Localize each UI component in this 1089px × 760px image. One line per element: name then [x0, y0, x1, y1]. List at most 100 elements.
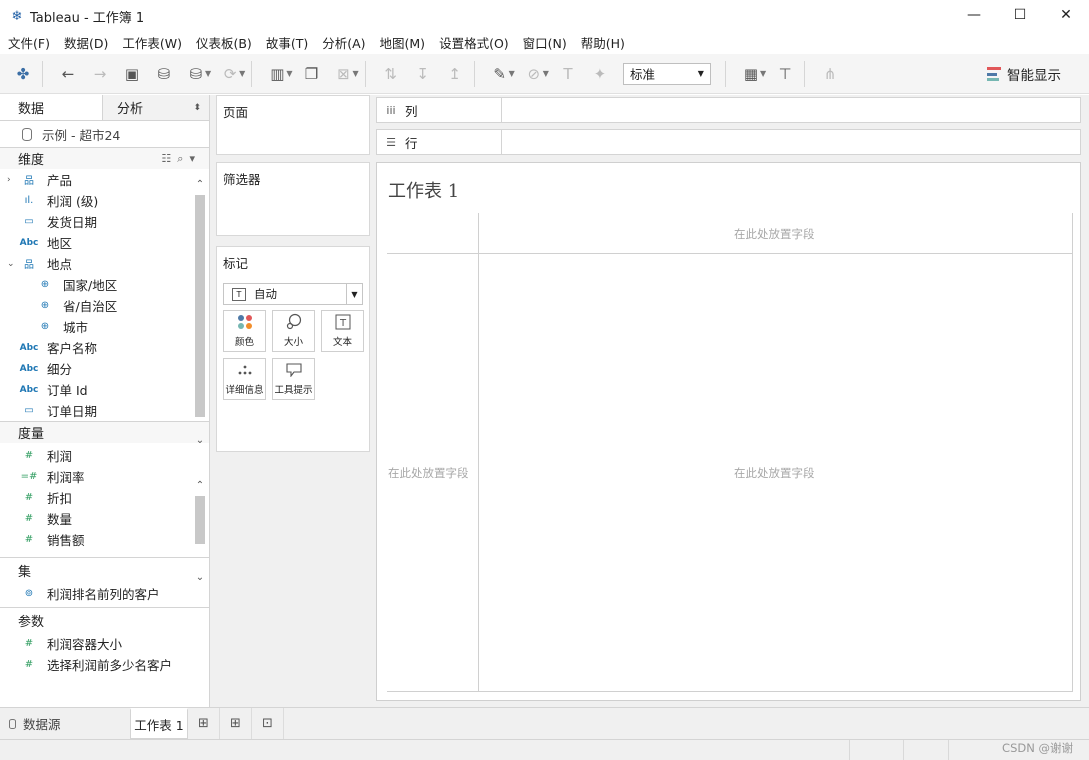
menu-dashboard[interactable]: 仪表板(B) — [196, 33, 252, 52]
detail-button[interactable]: 详细信息 — [223, 358, 266, 400]
tab-sheet-1[interactable]: 工作表 1 — [130, 708, 188, 739]
tab-data[interactable]: 数据 — [0, 95, 102, 120]
field-item[interactable]: Abc 细分 — [0, 358, 209, 379]
chevron-down-icon[interactable]: ⌄ — [7, 259, 15, 269]
field-item[interactable]: ⊚ 利润排名前列的客户 — [0, 583, 209, 604]
minimize-button[interactable]: — — [951, 0, 997, 30]
tab-analysis-label: 分析 — [117, 102, 144, 117]
menu-map[interactable]: 地图(M) — [380, 33, 426, 52]
field-item[interactable]: # 销售额 — [0, 529, 209, 550]
field-item[interactable]: ▭ 订单日期 — [0, 400, 209, 421]
show-me-button[interactable]: 智能显示 — [987, 64, 1061, 84]
new-datasource-icon[interactable]: ⛁ — [151, 61, 177, 87]
columns-shelf[interactable]: iii 列 — [376, 97, 1081, 123]
duplicate-sheet-icon[interactable]: ❐ — [298, 61, 324, 87]
status-divider — [948, 740, 949, 760]
field-item[interactable]: # 利润容器大小 — [0, 633, 209, 654]
scroll-down-icon[interactable]: ⌄ — [194, 572, 206, 583]
new-worksheet-tab-icon[interactable]: ⊞ — [188, 708, 220, 739]
parameters-list: # 利润容器大小 # 选择利润前多少名客户 — [0, 633, 209, 675]
field-item[interactable]: # 折扣 — [0, 487, 209, 508]
chevron-down-icon[interactable]: ▼ — [760, 69, 766, 78]
sheet-tabs-bar: 数据源 工作表 1 ⊞ ⊞ ⊡ — [0, 707, 1089, 739]
tab-analysis[interactable]: 分析 ⬍ — [102, 95, 209, 120]
save-icon[interactable]: ▣ — [119, 61, 145, 87]
chevron-down-icon[interactable]: ▼ — [205, 69, 211, 78]
field-item[interactable]: Abc 订单 Id — [0, 379, 209, 400]
menu-file[interactable]: 文件(F) — [8, 33, 50, 52]
field-item[interactable]: ▭ 发货日期 — [0, 211, 209, 232]
field-item[interactable]: Abc 客户名称 — [0, 337, 209, 358]
chevron-down-icon[interactable]: ▼ — [509, 69, 515, 78]
field-item[interactable]: ⌄ 品 地点 — [0, 253, 209, 274]
chevron-down-icon[interactable]: ▼ — [543, 69, 549, 78]
search-icon[interactable]: ⌕ — [177, 152, 189, 165]
field-label: 折扣 — [47, 491, 73, 506]
color-button[interactable]: 颜色 — [223, 310, 266, 352]
chevron-right-icon[interactable]: › — [7, 175, 15, 185]
chevron-down-icon[interactable]: ▼ — [352, 69, 358, 78]
toolbar-divider — [251, 60, 253, 87]
swap-rows-columns-icon[interactable]: ⇅ — [378, 61, 404, 87]
scroll-up-icon[interactable]: ⌃ — [194, 179, 206, 190]
field-item[interactable]: =# 利润率 — [0, 466, 209, 487]
datasource-tab[interactable]: 数据源 — [0, 708, 130, 739]
pages-title: 页面 — [223, 105, 249, 120]
chevron-down-icon[interactable]: ▼ — [239, 69, 245, 78]
sheet-title[interactable]: 工作表 1 — [388, 177, 459, 203]
redo-icon[interactable]: → — [87, 61, 113, 87]
close-button[interactable]: ✕ — [1043, 0, 1089, 30]
menu-help[interactable]: 帮助(H) — [581, 33, 625, 52]
mark-type-select[interactable]: T 自动 ▼ — [223, 283, 363, 305]
drop-zone-columns[interactable]: 在此处放置字段 — [734, 226, 815, 242]
field-item[interactable]: ⊕ 国家/地区 — [0, 274, 209, 295]
undo-icon[interactable]: ← — [55, 61, 81, 87]
show-mark-labels-icon[interactable]: T — [555, 61, 581, 87]
field-item[interactable]: ⊕ 城市 — [0, 316, 209, 337]
datasource-item[interactable]: 示例 - 超市24 — [0, 121, 209, 147]
size-button[interactable]: 大小 — [272, 310, 315, 352]
field-item[interactable]: # 数量 — [0, 508, 209, 529]
field-item[interactable]: # 选择利润前多少名客户 — [0, 654, 209, 675]
field-item[interactable]: # 利润 — [0, 445, 209, 466]
text-button[interactable]: T 文本 — [321, 310, 364, 352]
tooltip-button[interactable]: 工具提示 — [272, 358, 315, 400]
field-item[interactable]: ıl. 利润 (级) — [0, 190, 209, 211]
scroll-up-icon[interactable]: ⌃ — [194, 480, 206, 491]
menu-worksheet[interactable]: 工作表(W) — [122, 33, 182, 52]
field-item[interactable]: › 品 产品 — [0, 169, 209, 190]
fit-select[interactable]: 标准 ▼ — [622, 62, 711, 85]
sort-ascending-icon[interactable]: ↧ — [410, 61, 436, 87]
pages-card[interactable]: 页面 — [216, 95, 370, 155]
share-icon[interactable]: ⋔ — [817, 61, 843, 87]
field-item[interactable]: ⊕ 省/自治区 — [0, 295, 209, 316]
list-view-icon[interactable]: ☷ — [161, 152, 177, 165]
show-me-label: 智能显示 — [1007, 68, 1061, 84]
drop-zone-view[interactable]: 在此处放置字段 — [734, 465, 815, 481]
drop-zone-rows[interactable]: 在此处放置字段 — [388, 465, 469, 481]
menu-analysis[interactable]: 分析(A) — [322, 33, 365, 52]
filters-card[interactable]: 筛选器 — [216, 162, 370, 236]
tableau-home-icon[interactable]: ✤ — [10, 61, 36, 87]
presentation-mode-icon[interactable]: ⊤ — [772, 61, 798, 87]
scroll-thumb[interactable] — [195, 496, 205, 544]
measures-scrollbar[interactable]: ⌃ ⌄ — [194, 480, 206, 588]
menu-data[interactable]: 数据(D) — [64, 33, 108, 52]
fix-axes-icon[interactable]: ✦ — [587, 61, 613, 87]
chevron-down-icon[interactable]: ▼ — [286, 69, 292, 78]
dimensions-scrollbar[interactable]: ⌃ ⌄ — [194, 179, 206, 451]
scroll-thumb[interactable] — [195, 195, 205, 417]
toolbar-divider — [804, 60, 806, 87]
sort-descending-icon[interactable]: ↥ — [442, 61, 468, 87]
toolbar-divider — [364, 60, 366, 87]
new-story-tab-icon[interactable]: ⊡ — [252, 708, 284, 739]
new-dashboard-tab-icon[interactable]: ⊞ — [220, 708, 252, 739]
scroll-down-icon[interactable]: ⌄ — [194, 435, 206, 446]
rows-shelf[interactable]: ☰ 行 — [376, 129, 1081, 155]
menu-story[interactable]: 故事(T) — [266, 33, 308, 52]
field-item[interactable]: Abc 地区 — [0, 232, 209, 253]
menu-format[interactable]: 设置格式(O) — [439, 33, 509, 52]
menu-window[interactable]: 窗口(N) — [523, 33, 567, 52]
maximize-button[interactable]: ☐ — [997, 0, 1043, 30]
chevron-down-icon[interactable]: ▾ — [189, 152, 201, 165]
